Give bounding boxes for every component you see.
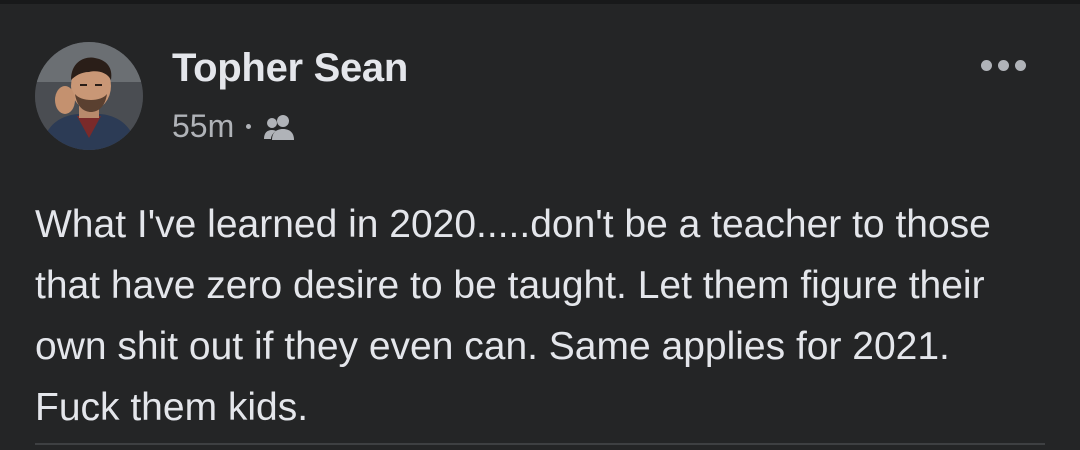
post-body: What I've learned in 2020.....don't be a… <box>35 203 991 429</box>
more-dot <box>1014 59 1026 71</box>
more-dot <box>997 59 1009 71</box>
more-dot <box>980 59 992 71</box>
post-card: Topher Sean 55m What I've learned in 202… <box>0 4 1080 450</box>
divider <box>35 443 1045 445</box>
post-meta: 55m <box>172 106 297 146</box>
avatar-photo <box>35 42 143 150</box>
separator-dot <box>246 123 252 129</box>
avatar[interactable] <box>35 42 143 150</box>
friends-icon[interactable] <box>263 112 297 140</box>
timestamp[interactable]: 55m <box>172 108 234 145</box>
author-name[interactable]: Topher Sean <box>172 46 408 91</box>
more-options-icon[interactable] <box>972 48 1034 82</box>
